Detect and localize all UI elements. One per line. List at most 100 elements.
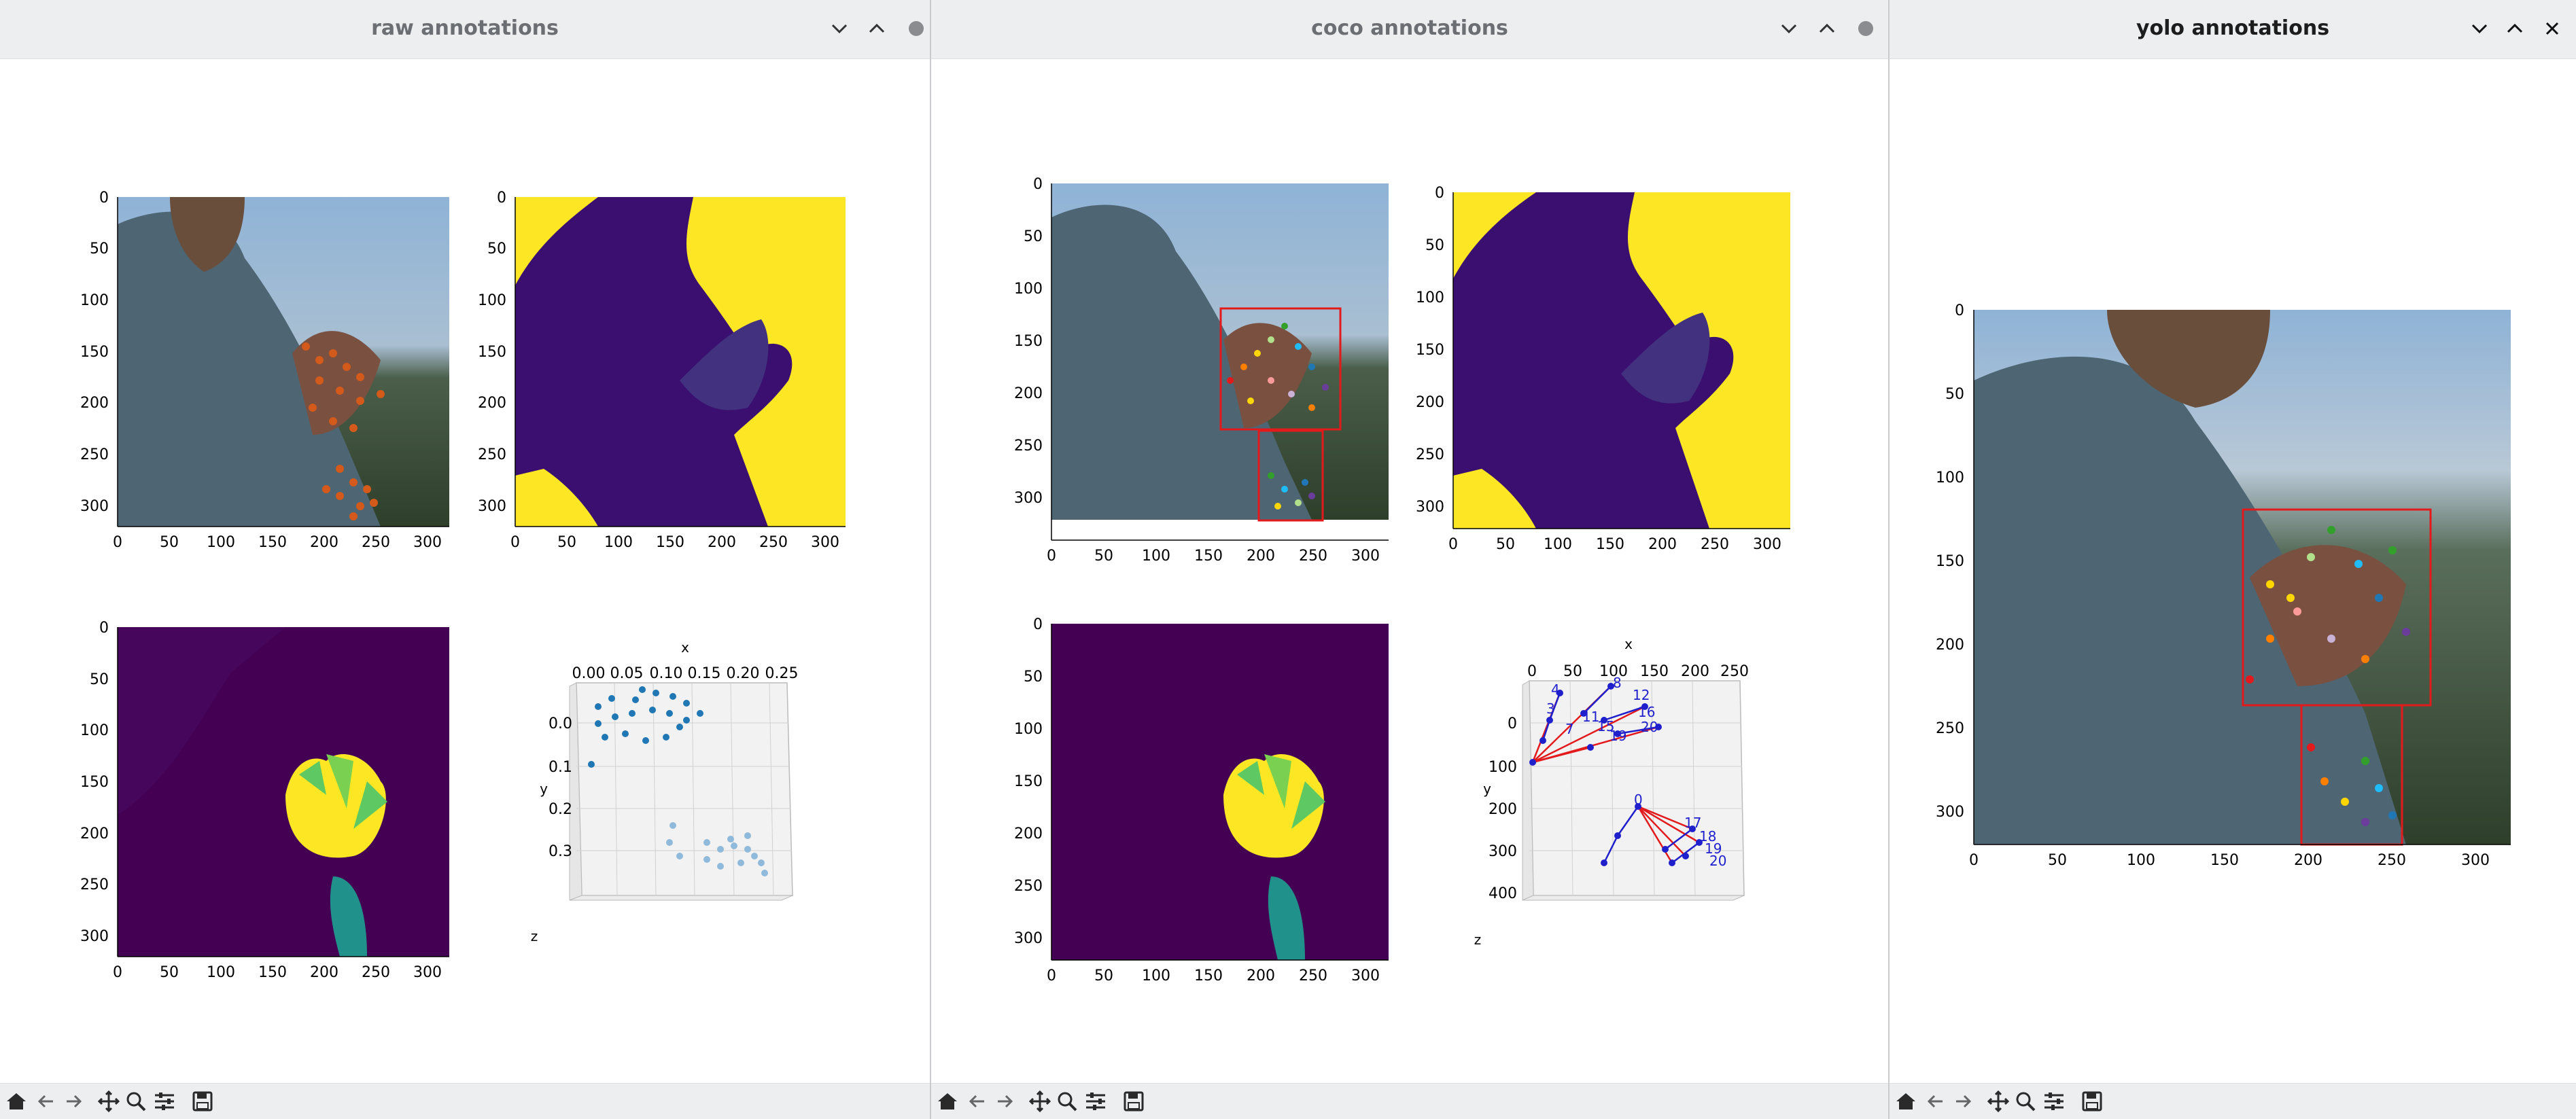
window-title: coco annotations <box>1311 16 1508 40</box>
coco-segmentation-x-ticks: 0 50 100 150 200 250 300 <box>1448 536 1781 553</box>
pan-icon[interactable] <box>97 1089 121 1114</box>
back-icon[interactable] <box>34 1089 58 1114</box>
save-icon[interactable] <box>190 1089 215 1114</box>
configure-icon[interactable] <box>2042 1089 2066 1114</box>
tick-label: 100 <box>1142 548 1170 565</box>
home-icon[interactable] <box>935 1089 960 1114</box>
tick-label: 250 <box>80 876 109 893</box>
coco-segmentation-panel <box>1453 192 1790 529</box>
coco-depth-x-ticks: 0 50 100 150 200 250 300 <box>1047 967 1380 984</box>
point-label: 7 <box>1565 721 1574 737</box>
depth-x-ticks: 0 50 100 150 200 250 300 <box>113 964 442 981</box>
title-bar[interactable]: raw annotations <box>0 0 930 59</box>
segmentation-x-ticks: 0 50 100 150 200 250 300 <box>510 534 839 551</box>
tick-label: 0 <box>99 190 109 207</box>
point-label: 20 <box>1641 719 1658 735</box>
close-icon[interactable] <box>1852 15 1879 42</box>
tick-label: 150 <box>1416 342 1444 359</box>
tick-label: 0.25 <box>765 665 799 682</box>
tick-label: 250 <box>362 534 390 551</box>
window-coco-annotations: coco annotations 0 50 100 150 200 250 30… <box>931 0 1888 1119</box>
tick-label: 50 <box>2048 852 2067 869</box>
axis-label-y: y <box>540 781 548 797</box>
tick-label: 200 <box>80 825 109 842</box>
tick-label: 150 <box>80 344 109 361</box>
tick-label: 300 <box>1014 490 1043 507</box>
tick-label: 200 <box>1489 801 1517 818</box>
tick-label: 0 <box>113 534 122 551</box>
home-icon[interactable] <box>4 1089 29 1114</box>
point-label: 20 <box>1709 853 1726 869</box>
tick-label: 250 <box>1014 438 1043 455</box>
close-icon[interactable] <box>903 15 930 42</box>
tick-label: 200 <box>1681 663 1709 680</box>
tick-label: 0 <box>1955 302 1964 319</box>
figure-canvas[interactable]: 0 50 100 150 200 250 300 0 50 100 150 20… <box>0 59 930 1081</box>
title-bar[interactable]: coco annotations <box>931 0 1888 59</box>
tick-label: 200 <box>1936 637 1964 654</box>
yolo-rgb-y-ticks: 0 50 100 150 200 250 300 <box>1936 302 1964 821</box>
tick-label: 50 <box>1563 663 1582 680</box>
tick-label: 250 <box>1014 878 1043 895</box>
forward-icon[interactable] <box>992 1089 1017 1114</box>
tick-label: 300 <box>413 534 442 551</box>
tick-label: 100 <box>80 722 109 739</box>
zoom-icon[interactable] <box>1055 1089 1079 1114</box>
figure-canvas[interactable]: 0 50 100 150 200 250 300 0 50 100 150 20… <box>1890 59 2576 1081</box>
rgb-image-panel <box>118 197 449 527</box>
tick-label: 200 <box>310 964 338 981</box>
home-icon[interactable] <box>1894 1089 1918 1114</box>
rgb-image-y-ticks: 0 50 100 150 200 250 300 <box>80 190 109 515</box>
tick-label: 0.00 <box>572 665 606 682</box>
tick-label: 100 <box>1142 967 1170 984</box>
close-icon[interactable] <box>2539 15 2566 42</box>
minimize-icon[interactable] <box>1775 15 1803 42</box>
tick-label: 0 <box>1047 548 1056 565</box>
maximize-icon[interactable] <box>2501 15 2528 42</box>
tick-label: 0 <box>510 534 520 551</box>
tick-label: 200 <box>1014 825 1043 842</box>
tick-label: 50 <box>90 671 109 688</box>
zoom-icon[interactable] <box>2013 1089 2038 1114</box>
tick-label: 0.1 <box>549 759 572 776</box>
tick-label: 250 <box>1720 663 1749 680</box>
tick-label: 50 <box>1094 548 1113 565</box>
forward-icon[interactable] <box>1951 1089 1975 1114</box>
save-icon[interactable] <box>1121 1089 1146 1114</box>
back-icon[interactable] <box>1924 1089 1948 1114</box>
figure-canvas[interactable]: 0 50 100 150 200 250 300 0 50 100 150 20… <box>931 59 1888 1081</box>
maximize-icon[interactable] <box>863 15 890 42</box>
tick-label: 300 <box>1351 548 1380 565</box>
axis-label-z: z <box>531 928 538 944</box>
tick-label: 300 <box>811 534 839 551</box>
configure-icon[interactable] <box>1083 1089 1108 1114</box>
tick-label: 300 <box>1351 967 1380 984</box>
configure-icon[interactable] <box>152 1089 177 1114</box>
tick-label: 150 <box>1014 333 1043 350</box>
tick-label: 300 <box>1489 843 1517 860</box>
tick-label: 300 <box>80 498 109 515</box>
tick-label: 150 <box>1194 548 1223 565</box>
tick-label: 100 <box>2127 852 2155 869</box>
tick-label: 250 <box>1299 967 1327 984</box>
zoom-icon[interactable] <box>124 1089 148 1114</box>
tick-label: 50 <box>90 241 109 257</box>
point-label: 0 <box>1634 792 1643 808</box>
save-icon[interactable] <box>2080 1089 2104 1114</box>
tick-label: 200 <box>80 395 109 412</box>
minimize-icon[interactable] <box>2466 15 2493 42</box>
rgb-image-x-ticks: 0 50 100 150 200 250 300 <box>113 534 442 551</box>
tick-label: 250 <box>1299 548 1327 565</box>
title-bar[interactable]: yolo annotations <box>1890 0 2576 59</box>
tick-label: 200 <box>478 395 506 412</box>
minimize-icon[interactable] <box>826 15 853 42</box>
back-icon[interactable] <box>965 1089 990 1114</box>
tick-label: 300 <box>1936 804 1964 821</box>
segmentation-y-ticks: 0 50 100 150 200 250 300 <box>478 190 506 515</box>
maximize-icon[interactable] <box>1813 15 1841 42</box>
tick-label: 0 <box>1527 663 1537 680</box>
pan-icon[interactable] <box>1028 1089 1052 1114</box>
tick-label: 0.05 <box>610 665 644 682</box>
pan-icon[interactable] <box>1986 1089 2011 1114</box>
forward-icon[interactable] <box>61 1089 86 1114</box>
